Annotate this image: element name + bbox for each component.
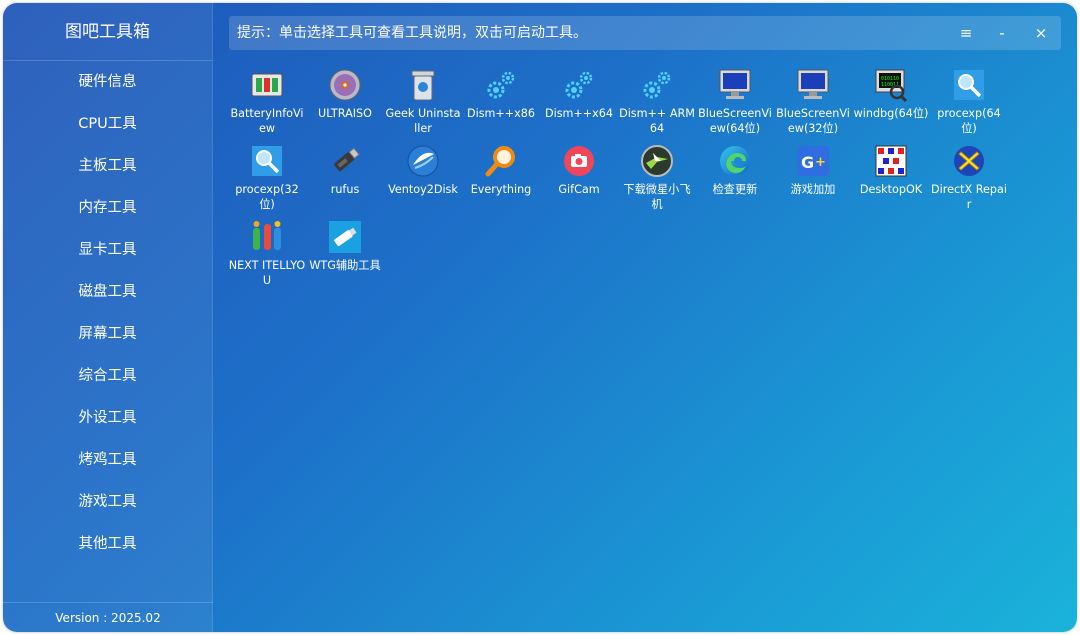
tool-item[interactable]: 检查更新 bbox=[696, 143, 774, 219]
sidebar-item[interactable]: 其他工具 bbox=[3, 523, 212, 565]
tool-item[interactable]: procexp(32位) bbox=[228, 143, 306, 219]
sidebar-item[interactable]: 外设工具 bbox=[3, 397, 212, 439]
debug-monitor-icon: 010110 110011 bbox=[873, 67, 909, 103]
tool-item[interactable]: Dism++ ARM64 bbox=[618, 67, 696, 143]
tool-item[interactable]: Everything bbox=[462, 143, 540, 219]
gears-icon bbox=[483, 67, 519, 103]
itellyou-icon bbox=[249, 219, 285, 255]
tool-label: 下载微星小飞机 bbox=[623, 183, 691, 211]
sidebar-item[interactable]: 显卡工具 bbox=[3, 229, 212, 271]
tool-item[interactable]: Ventoy2Disk bbox=[384, 143, 462, 219]
afterburner-icon bbox=[639, 143, 675, 179]
tool-label: BatteryInfoView bbox=[230, 107, 304, 135]
svg-text:G: G bbox=[801, 153, 814, 172]
tool-label: Dism++ ARM64 bbox=[619, 107, 695, 135]
sidebar-item[interactable]: 屏幕工具 bbox=[3, 313, 212, 355]
sidebar-item[interactable]: 内存工具 bbox=[3, 187, 212, 229]
tool-item[interactable]: Dism++x64 bbox=[540, 67, 618, 143]
tool-item[interactable]: 下载微星小飞机 bbox=[618, 143, 696, 219]
tool-item[interactable]: 010110 110011 windbg(64位) bbox=[852, 67, 930, 143]
tool-item[interactable]: DesktopOK bbox=[852, 143, 930, 219]
tool-label: BlueScreenView(64位) bbox=[698, 107, 772, 135]
hint-bar: 提示：单击选择工具可查看工具说明，双击可启动工具。 ≡ - × bbox=[229, 16, 1061, 50]
camera-icon bbox=[561, 143, 597, 179]
sidebar: 图吧工具箱 硬件信息 CPU工具 主板工具 内存工具 显卡工具 磁盘工具 屏幕工具 综合工具外… bbox=[3, 3, 213, 632]
tool-label: windbg(64位) bbox=[853, 107, 929, 120]
app-title: 图吧工具箱 bbox=[3, 3, 212, 61]
ventoy-icon bbox=[405, 143, 441, 179]
tool-label: WTG辅助工具 bbox=[309, 259, 381, 272]
magnifier-window-icon bbox=[951, 67, 987, 103]
tool-item[interactable]: DirectX Repair bbox=[930, 143, 1008, 219]
tool-item[interactable]: BlueScreenView(64位) bbox=[696, 67, 774, 143]
directx-icon bbox=[951, 143, 987, 179]
tool-label: NEXT ITELLYOU bbox=[228, 259, 306, 287]
tool-item[interactable]: GifCam bbox=[540, 143, 618, 219]
tool-item[interactable]: BatteryInfoView bbox=[228, 67, 306, 143]
sidebar-item[interactable]: 磁盘工具 bbox=[3, 271, 212, 313]
tool-label: procexp(64位) bbox=[937, 107, 1001, 135]
search-icon bbox=[483, 143, 519, 179]
tool-item[interactable]: Dism++x86 bbox=[462, 67, 540, 143]
tool-item[interactable]: Geek Uninstaller bbox=[384, 67, 462, 143]
tool-label: GifCam bbox=[558, 183, 600, 196]
monitor-icon bbox=[717, 67, 753, 103]
tool-item[interactable]: ULTRAISO bbox=[306, 67, 384, 143]
gears-icon bbox=[639, 67, 675, 103]
tool-label: BlueScreenView(32位) bbox=[776, 107, 850, 135]
gameplus-icon: G + bbox=[795, 143, 831, 179]
sidebar-item[interactable]: 游戏工具 bbox=[3, 481, 212, 523]
tool-item[interactable]: WTG辅助工具 bbox=[306, 219, 384, 295]
tool-label: DesktopOK bbox=[859, 183, 923, 196]
version-label: Version : 2025.02 bbox=[3, 602, 213, 632]
sidebar-item[interactable]: 综合工具 bbox=[3, 355, 212, 397]
tool-label: 游戏加加 bbox=[790, 183, 836, 196]
tool-label: Dism++x86 bbox=[466, 107, 536, 120]
wtg-icon bbox=[327, 219, 363, 255]
tool-item[interactable]: G + 游戏加加 bbox=[774, 143, 852, 219]
grid-icon bbox=[873, 143, 909, 179]
tool-label: Geek Uninstaller bbox=[385, 107, 461, 135]
sidebar-item[interactable]: CPU工具 bbox=[3, 103, 212, 145]
tool-item[interactable]: BlueScreenView(32位) bbox=[774, 67, 852, 143]
tool-item[interactable]: rufus bbox=[306, 143, 384, 219]
battery-icon bbox=[249, 67, 285, 103]
tool-label: ULTRAISO bbox=[318, 107, 372, 120]
tool-label: procexp(32位) bbox=[235, 183, 299, 211]
sidebar-nav: 硬件信息 CPU工具 主板工具 内存工具 显卡工具 磁盘工具 屏幕工具 综合工具 外设工具 烤鸡工… bbox=[3, 61, 212, 565]
tool-label: Everything bbox=[470, 183, 532, 196]
app-window: 图吧工具箱 硬件信息 CPU工具 主板工具 内存工具 显卡工具 磁盘工具 屏幕工具 综合工具外… bbox=[3, 3, 1077, 632]
tool-grid: BatteryInfoView ULTRAISO Geek Uninstaller D… bbox=[228, 67, 1028, 295]
hint-text: 提示：单击选择工具可查看工具说明，双击可启动工具。 bbox=[237, 25, 587, 41]
tool-label: 检查更新 bbox=[712, 183, 758, 196]
tool-label: rufus bbox=[330, 183, 360, 196]
tool-label: Ventoy2Disk bbox=[388, 183, 458, 196]
sidebar-item[interactable]: 主板工具 bbox=[3, 145, 212, 187]
monitor-icon bbox=[795, 67, 831, 103]
minimize-button[interactable]: - bbox=[985, 16, 1019, 50]
trash-can-icon bbox=[405, 67, 441, 103]
magnifier-window-icon bbox=[249, 143, 285, 179]
tool-item[interactable]: procexp(64位) bbox=[930, 67, 1008, 143]
menu-icon[interactable]: ≡ bbox=[949, 16, 983, 50]
sidebar-item[interactable]: 烤鸡工具 bbox=[3, 439, 212, 481]
tool-label: Dism++x64 bbox=[544, 107, 614, 120]
usb-drive-icon bbox=[327, 143, 363, 179]
tool-label: DirectX Repair bbox=[931, 183, 1007, 211]
tool-item[interactable]: NEXT ITELLYOU bbox=[228, 219, 306, 295]
gears-icon bbox=[561, 67, 597, 103]
edge-icon bbox=[717, 143, 753, 179]
disc-icon bbox=[327, 67, 363, 103]
close-button[interactable]: × bbox=[1024, 16, 1058, 50]
svg-text:+: + bbox=[815, 155, 826, 170]
sidebar-item[interactable]: 硬件信息 bbox=[3, 61, 212, 103]
